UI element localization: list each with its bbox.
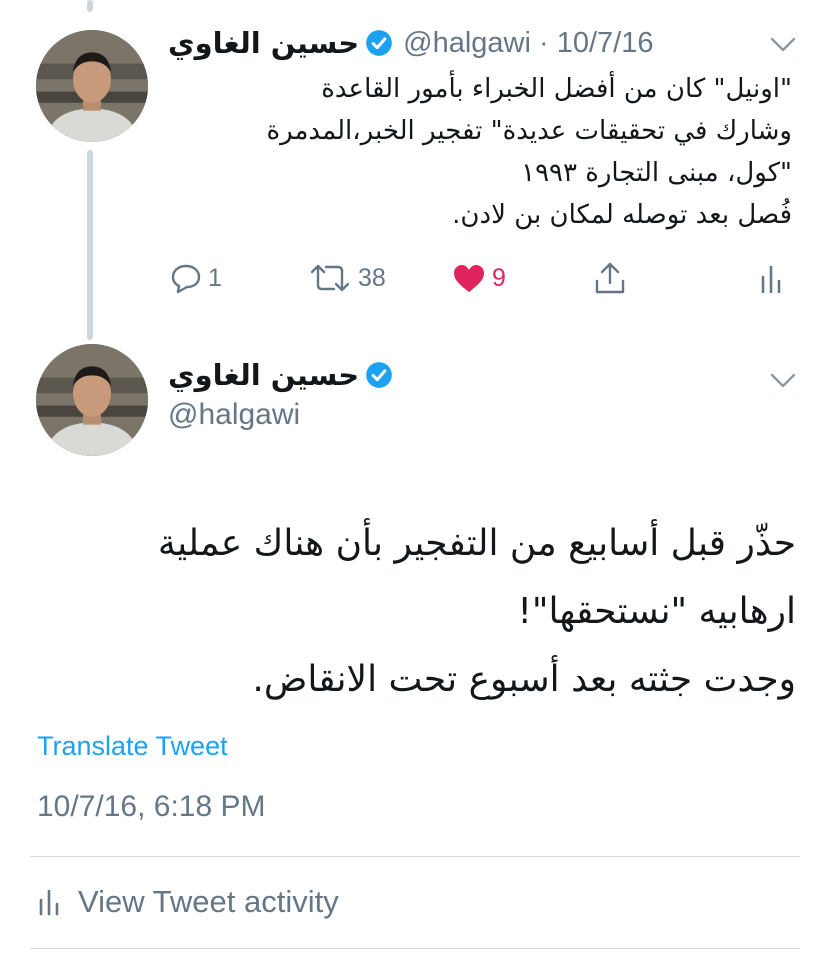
share-icon	[595, 262, 625, 294]
like-button[interactable]: 9	[452, 258, 506, 298]
tweet2-header: حسين الغاوي	[168, 358, 393, 392]
verified-badge-icon	[365, 361, 393, 389]
divider	[30, 856, 800, 857]
tweet-text-line: "كول، مبنى التجارة ١٩٩٣	[521, 158, 792, 188]
analytics-icon	[761, 265, 781, 293]
author-name[interactable]: حسين الغاوي	[168, 358, 359, 392]
avatar[interactable]	[36, 344, 148, 456]
divider	[30, 948, 800, 949]
avatar[interactable]	[36, 30, 148, 142]
handle-date: @halgawi · 10/7/16	[403, 26, 654, 59]
reply-button[interactable]: 1	[170, 258, 222, 298]
thread-line	[87, 150, 93, 340]
tweet1-header: حسين الغاوي @halgawi · 10/7/16	[168, 26, 653, 60]
tweet-text-line: فُصل بعد توصله لمكان بن لادن.	[452, 200, 792, 230]
tweet2-text: حذّر قبل أسابيع من التفجير بأن هناك عملي…	[30, 510, 796, 714]
retweet-button[interactable]: 38	[308, 258, 386, 298]
heart-icon	[454, 265, 484, 292]
like-count: 9	[492, 263, 506, 292]
reply-icon	[171, 264, 201, 293]
retweet-count: 38	[358, 263, 386, 292]
chevron-down-icon[interactable]	[770, 373, 796, 389]
thread-line-top	[87, 0, 93, 12]
chevron-down-icon[interactable]	[770, 37, 796, 53]
author-name[interactable]: حسين الغاوي	[168, 26, 359, 60]
reply-count: 1	[208, 263, 222, 292]
retweet-icon	[310, 264, 350, 292]
analytics-button[interactable]	[760, 258, 782, 298]
tweet-text-line: وشارك في تحقيقات عديدة" تفجير الخبر،المد…	[266, 116, 792, 146]
verified-badge-icon	[365, 29, 393, 57]
tweet1-actions: 1 38 9	[0, 258, 828, 298]
tweet-text-line: "اونيل" كان من أفضل الخبراء بأمور القاعد…	[321, 74, 792, 104]
view-tweet-activity-button[interactable]: View Tweet activity	[38, 884, 339, 920]
analytics-icon	[39, 889, 59, 916]
tweet-text-line: ارهابيه "نستحقها"!	[517, 591, 796, 632]
avatar-photo	[36, 30, 148, 142]
translate-tweet-link[interactable]: Translate Tweet	[37, 731, 228, 762]
view-tweet-activity-label: View Tweet activity	[78, 884, 339, 919]
tweet-text-line: حذّر قبل أسابيع من التفجير بأن هناك عملي…	[157, 523, 796, 564]
tweet1-text: "اونيل" كان من أفضل الخبراء بأمور القاعد…	[160, 68, 792, 236]
share-button[interactable]	[594, 258, 626, 298]
tweet-timestamp: 10/7/16, 6:18 PM	[37, 790, 266, 823]
avatar-photo	[36, 344, 148, 456]
author-handle[interactable]: @halgawi	[168, 398, 300, 432]
tweet-text-line: وجدت جثته بعد أسبوع تحت الانقاض.	[252, 659, 796, 700]
